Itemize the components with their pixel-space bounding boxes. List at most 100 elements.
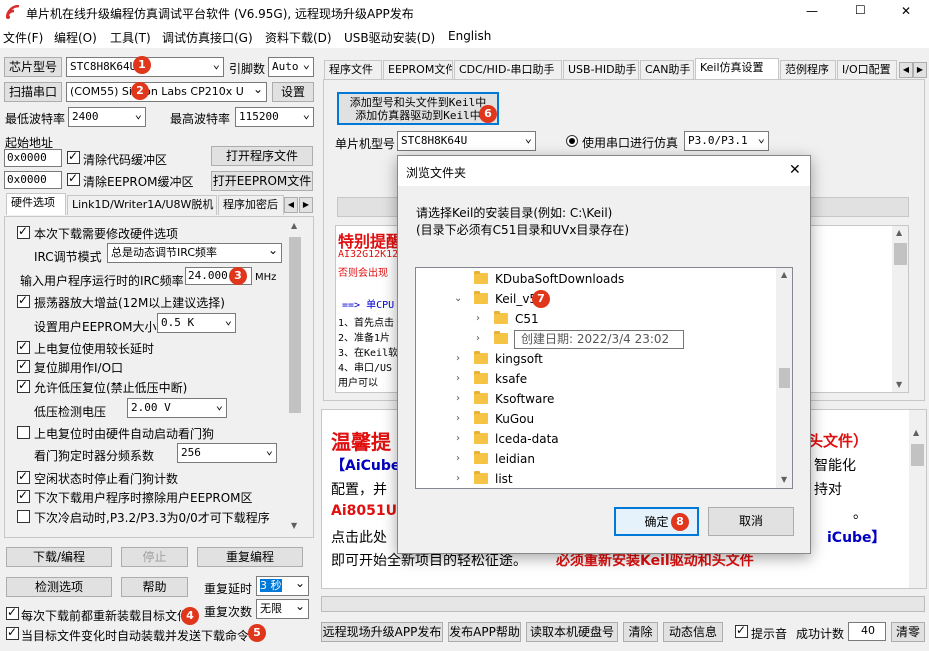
port-select[interactable]: (COM55) Silicon Labs CP210x U bbox=[66, 82, 267, 102]
tab-can[interactable]: CAN助手 bbox=[640, 60, 694, 80]
chevron-right-icon[interactable]: › bbox=[456, 349, 460, 369]
wdt-prescaler-select[interactable]: 256 bbox=[177, 443, 277, 463]
clear-button[interactable]: 清除 bbox=[623, 622, 658, 642]
right-tab-scroll-left[interactable]: ◀ bbox=[899, 62, 913, 78]
erase-eeprom-checkbox[interactable] bbox=[17, 488, 30, 503]
chevron-right-icon[interactable]: › bbox=[456, 389, 460, 409]
tab-link1d[interactable]: Link1D/Writer1A/U8W脱机 bbox=[67, 195, 217, 215]
right-tab-scroll-right[interactable]: ▶ bbox=[913, 62, 927, 78]
dialog-close-button[interactable]: ✕ bbox=[789, 162, 801, 178]
auto-reload-checkbox[interactable] bbox=[6, 625, 19, 640]
reset-pin-io-checkbox[interactable] bbox=[17, 358, 30, 373]
repeat-delay-select[interactable]: 3 秒 bbox=[256, 576, 309, 596]
tab-examples[interactable]: 范例程序 bbox=[780, 60, 836, 80]
tree-item-leidian[interactable]: › leidian bbox=[416, 449, 776, 469]
tree-item-ksoftware[interactable]: › Ksoftware bbox=[416, 389, 776, 409]
menu-debug[interactable]: 调试仿真接口(G) bbox=[162, 29, 253, 46]
p32-p33-checkbox[interactable] bbox=[17, 510, 30, 523]
clear-eeprom-checkbox[interactable] bbox=[67, 171, 80, 186]
beep-checkbox[interactable] bbox=[735, 623, 748, 638]
serial-port-select[interactable]: P3.0/P3.1 bbox=[684, 131, 769, 151]
hw-watchdog-checkbox[interactable] bbox=[17, 426, 30, 439]
read-disk-button[interactable]: 读取本机硬盘号 bbox=[526, 622, 618, 642]
repeat-count-select[interactable]: 无限 bbox=[256, 599, 309, 619]
open-eeprom-button[interactable]: 打开EEPROM文件 bbox=[211, 171, 313, 191]
zero-count-button[interactable]: 清零 bbox=[891, 622, 925, 642]
download-program-button[interactable]: 下载/编程 bbox=[6, 547, 112, 567]
code-start-address[interactable]: 0x0000 bbox=[4, 149, 62, 167]
cancel-button[interactable]: 取消 bbox=[708, 507, 794, 536]
menu-file[interactable]: 文件(F) bbox=[3, 29, 43, 46]
chevron-right-icon[interactable]: › bbox=[476, 309, 480, 329]
chevron-down-icon[interactable]: ⌄ bbox=[454, 289, 462, 309]
scan-port-button[interactable]: 扫描串口 bbox=[4, 82, 62, 102]
low-voltage-reset-checkbox[interactable] bbox=[17, 378, 30, 393]
eeprom-size-select[interactable]: 0.5 K bbox=[157, 313, 236, 333]
use-serial-radio[interactable] bbox=[566, 135, 578, 147]
repeat-program-button[interactable]: 重复编程 bbox=[197, 547, 303, 567]
repeat-delay-value: 3 秒 bbox=[260, 579, 282, 592]
tab-program-file[interactable]: 程序文件 bbox=[324, 60, 382, 80]
publish-app-button[interactable]: 远程现场升级APP发布 bbox=[321, 622, 443, 642]
stop-button[interactable]: 停止 bbox=[121, 547, 188, 567]
tab-scroll-left[interactable]: ◀ bbox=[284, 197, 298, 213]
dynamic-info-button[interactable]: 动态信息 bbox=[663, 622, 723, 642]
menu-tools[interactable]: 工具(T) bbox=[110, 29, 151, 46]
reload-each-checkbox[interactable] bbox=[6, 605, 19, 620]
maximize-button[interactable]: ☐ bbox=[855, 3, 866, 17]
notice-scrollbar[interactable]: ▲ ▼ bbox=[892, 226, 908, 392]
clear-code-checkbox[interactable] bbox=[67, 149, 80, 164]
menu-download[interactable]: 资料下载(D) bbox=[265, 29, 332, 46]
chevron-right-icon[interactable]: › bbox=[456, 449, 460, 469]
idle-stop-wdt-checkbox[interactable] bbox=[17, 469, 30, 484]
chevron-right-icon[interactable]: › bbox=[456, 469, 460, 488]
irc-mode-select[interactable]: 总是动态调节IRC频率 bbox=[107, 243, 282, 263]
max-baud-select[interactable]: 115200 bbox=[235, 107, 314, 127]
mcu-model-select[interactable]: STC8H8K64U bbox=[397, 131, 536, 151]
menu-english[interactable]: English bbox=[448, 29, 491, 43]
modify-hw-options-checkbox[interactable] bbox=[17, 224, 30, 239]
tab-keil-settings[interactable]: Keil仿真设置 bbox=[695, 58, 779, 80]
menu-program[interactable]: 编程(O) bbox=[54, 29, 97, 46]
min-baud-select[interactable]: 2400 bbox=[68, 107, 146, 127]
tree-item-ksafe[interactable]: › ksafe bbox=[416, 369, 776, 389]
tree-item-kugou[interactable]: › KuGou bbox=[416, 409, 776, 429]
publish-help-button[interactable]: 发布APP帮助 bbox=[448, 622, 521, 642]
lv-detect-select[interactable]: 2.00 V bbox=[127, 398, 227, 418]
tab-encryption[interactable]: 程序加密后 bbox=[218, 195, 284, 215]
tree-item-keil-v5[interactable]: ⌄ Keil_v5 bbox=[416, 289, 776, 309]
add-to-keil-button[interactable]: 添加型号和头文件到Keil中 添加仿真器驱动到Keil中 bbox=[337, 92, 499, 125]
pin-count-select[interactable]: Auto bbox=[268, 57, 314, 77]
long-reset-delay-checkbox[interactable] bbox=[17, 339, 30, 354]
tree-item-kingsoft[interactable]: › kingsoft bbox=[416, 349, 776, 369]
tab-cdc-hid[interactable]: CDC/HID-串口助手 bbox=[454, 60, 562, 80]
osc-gain-checkbox[interactable] bbox=[17, 293, 30, 308]
options-scrollbar[interactable]: ▲ ▼ bbox=[287, 219, 303, 533]
app-logo-icon bbox=[5, 4, 20, 19]
minimize-button[interactable]: — bbox=[806, 4, 818, 18]
close-window-button[interactable]: ✕ bbox=[901, 4, 911, 18]
tree-item-lceda[interactable]: › lceda-data bbox=[416, 429, 776, 449]
hw-watchdog-label: 上电复位时由硬件自动启动看门狗 bbox=[34, 427, 215, 441]
tip-scrollbar[interactable]: ▲ bbox=[909, 410, 926, 588]
chevron-right-icon[interactable]: › bbox=[456, 409, 460, 429]
chevron-right-icon[interactable]: › bbox=[456, 429, 460, 449]
eeprom-start-address[interactable]: 0x0000 bbox=[4, 171, 62, 189]
folder-icon bbox=[494, 311, 508, 324]
tree-item-c51[interactable]: › C51 bbox=[416, 309, 776, 329]
tab-eeprom-file[interactable]: EEPROM文件 bbox=[383, 60, 453, 80]
chevron-right-icon[interactable]: › bbox=[476, 329, 480, 349]
tab-usb-hid[interactable]: USB-HID助手 bbox=[563, 60, 639, 80]
menu-usb[interactable]: USB驱动安装(D) bbox=[344, 29, 435, 46]
check-options-button[interactable]: 检测选项 bbox=[6, 577, 112, 597]
tab-io-config[interactable]: I/O口配置 bbox=[837, 60, 897, 80]
tree-item-kdubasoft[interactable]: KDubaSoftDownloads bbox=[416, 269, 776, 289]
settings-button[interactable]: 设置 bbox=[272, 82, 314, 102]
tree-scrollbar[interactable]: ▲ ▼ bbox=[776, 268, 792, 488]
help-button[interactable]: 帮助 bbox=[121, 577, 188, 597]
tab-scroll-right[interactable]: ▶ bbox=[299, 197, 313, 213]
chevron-right-icon[interactable]: › bbox=[456, 369, 460, 389]
tree-item-list[interactable]: › list bbox=[416, 469, 776, 488]
open-program-button[interactable]: 打开程序文件 bbox=[211, 146, 313, 166]
tab-hardware-options[interactable]: 硬件选项 bbox=[6, 193, 66, 215]
